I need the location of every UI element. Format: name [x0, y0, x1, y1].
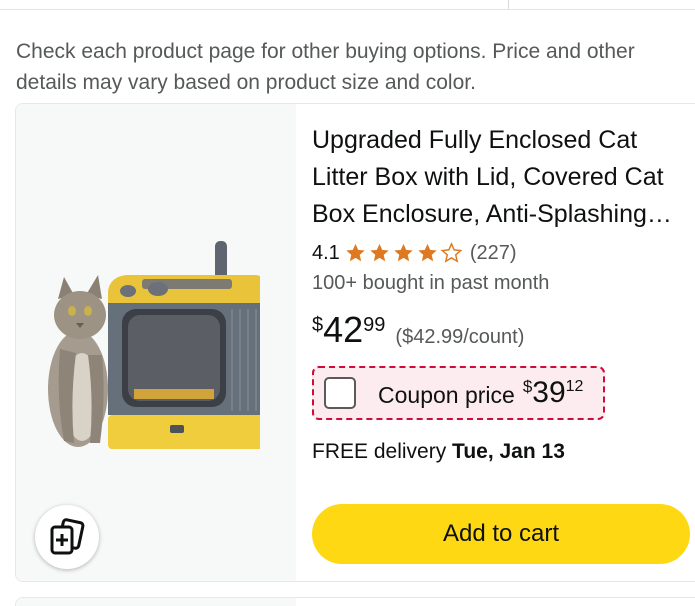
next-product-image[interactable] [16, 598, 296, 606]
star-full-icon [394, 243, 413, 262]
star-full-icon [418, 243, 437, 262]
price-whole: 42 [323, 309, 364, 350]
star-rating[interactable] [344, 242, 464, 264]
star-full-icon [370, 243, 389, 262]
coupon-price-symbol: $ [522, 377, 533, 396]
coupon-box[interactable]: Coupon price $ 39 12 [312, 366, 605, 420]
price-symbol: $ [312, 314, 324, 336]
rating-row[interactable]: 4.1 (227) [312, 239, 692, 267]
product-info: Upgraded Fully Enclosed Cat Litter Box w… [312, 122, 692, 468]
top-strip [0, 0, 695, 10]
review-count-link[interactable]: (227) [470, 242, 517, 265]
coupon-price: $ 39 12 [523, 376, 584, 410]
compare-add-icon [50, 518, 85, 555]
compare-add-button[interactable] [35, 505, 99, 569]
rating-value: 4.1 [312, 241, 340, 264]
product-card[interactable]: Upgraded Fully Enclosed Cat Litter Box w… [15, 103, 695, 582]
top-divider [508, 0, 509, 9]
star-empty-icon [440, 242, 463, 263]
product-image-pane[interactable] [16, 104, 296, 581]
disclaimer-text: Check each product page for other buying… [16, 40, 635, 94]
unit-price: ($42.99/count) [395, 326, 525, 348]
star-full-icon [346, 243, 365, 262]
product-title-link[interactable]: Upgraded Fully Enclosed Cat Litter Box w… [312, 122, 692, 233]
coupon-price-whole: 39 [532, 376, 566, 409]
price-fraction: 99 [363, 314, 386, 336]
price-row: $ 42 99 ($42.99/count) [312, 310, 692, 358]
product-image[interactable] [30, 229, 260, 454]
add-to-cart-button[interactable]: Add to cart [312, 504, 690, 564]
bought-count: 100+ bought in past month [312, 272, 550, 294]
delivery-info: FREE delivery Tue, Jan 13 [312, 440, 692, 468]
coupon-price-fraction: 12 [565, 378, 584, 395]
delivery-date: Tue, Jan 13 [452, 440, 565, 463]
delivery-prefix: FREE delivery [312, 440, 447, 463]
next-product-card[interactable] [15, 597, 695, 606]
coupon-checkbox[interactable] [324, 377, 356, 409]
coupon-label: Coupon price [378, 381, 515, 408]
